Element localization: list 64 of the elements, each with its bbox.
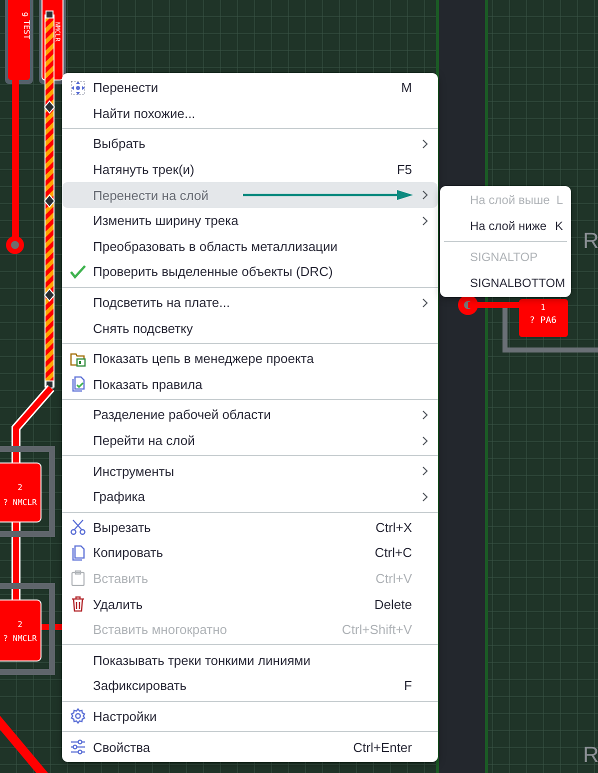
shortcut-label: Ctrl+X	[376, 520, 412, 535]
menu-item[interactable]: Проверить выделенные объекты (DRC)	[62, 259, 438, 285]
pad-label: 2	[18, 620, 22, 629]
menu-item[interactable]: Показать правила	[62, 372, 438, 398]
menu-item[interactable]: На слой ниже K	[440, 213, 571, 239]
shortcut-label: L	[555, 193, 563, 207]
chevron-icon	[422, 466, 428, 476]
menu-item[interactable]: Разделение рабочей области	[62, 402, 438, 428]
folder-icon	[70, 350, 86, 367]
document-check-icon	[70, 376, 86, 392]
shortcut-label: Delete	[374, 596, 412, 612]
menu-item[interactable]: Выбрать	[62, 131, 438, 157]
scissors-icon	[70, 519, 86, 536]
chevron-icon	[422, 492, 428, 502]
shortcut-label: Ctrl+Shift+V	[342, 622, 412, 638]
pad-label: ? PA6	[529, 316, 557, 326]
menu-item[interactable]: Графика	[62, 484, 438, 510]
menu-item[interactable]: Перенести на слой	[62, 182, 438, 208]
designator-label: R	[583, 742, 598, 767]
chevron-icon	[422, 298, 428, 308]
shortcut-label: M	[401, 80, 412, 96]
move-icon	[70, 80, 86, 96]
menu-item[interactable]: Найти похожие...	[62, 100, 438, 126]
menu-item[interactable]: Показывать треки тонкими линиями	[62, 647, 438, 674]
chevron-icon	[422, 190, 428, 200]
sliders-icon	[70, 739, 86, 756]
designator-label: R	[583, 228, 598, 253]
menu-item[interactable]: Подсветить на плате...	[62, 290, 438, 316]
pad-label: ? NMCLR	[3, 634, 37, 643]
menu-item[interactable]: Перенести M	[62, 75, 438, 101]
chevron-icon	[422, 436, 428, 446]
menu-item[interactable]: Копировать Ctrl+C	[62, 540, 438, 566]
menu-item[interactable]: Настройки	[62, 704, 438, 730]
menu-item[interactable]: Перейти на слой	[62, 428, 438, 454]
shortcut-label: F5	[396, 162, 412, 178]
check-icon	[70, 264, 86, 279]
copy-icon	[70, 544, 86, 561]
pad-label: ? NMCLR	[3, 498, 37, 507]
pad-label: TEST	[22, 20, 31, 40]
menu-item[interactable]: Инструменты	[62, 458, 438, 484]
shortcut-label: Ctrl+C	[374, 545, 412, 560]
pad-label: 1	[540, 303, 546, 312]
trash-icon	[70, 596, 84, 612]
clipboard-icon	[70, 570, 84, 586]
menu-item[interactable]: Зафиксировать F	[62, 673, 438, 699]
menu-item[interactable]: Изменить ширину трека	[62, 208, 438, 234]
menu-item[interactable]: Удалить Delete	[62, 591, 438, 617]
menu-item[interactable]: Преобразовать в область металлизации	[62, 234, 438, 260]
menu-item[interactable]: Показать цепь в менеджере проекта	[62, 346, 438, 372]
chevron-icon	[422, 216, 428, 226]
shortcut-label: K	[554, 219, 563, 233]
chevron-icon	[422, 410, 428, 420]
shortcut-label: F	[404, 678, 412, 694]
menu-item[interactable]: Свойства Ctrl+Enter	[62, 734, 438, 760]
chevron-icon	[422, 138, 428, 149]
menu-item[interactable]: SIGNALBOTTOM	[440, 270, 571, 296]
menu-item[interactable]: Натянуть трек(и) F5	[62, 156, 438, 182]
pad-label: 2	[18, 483, 22, 492]
shortcut-label: Ctrl+V	[376, 570, 412, 586]
settings-icon	[70, 708, 86, 724]
menu-item[interactable]: Снять подсветку	[62, 315, 438, 341]
pad-label: 9	[20, 12, 29, 17]
menu-item[interactable]: Вырезать Ctrl+X	[62, 514, 438, 540]
shortcut-label: Ctrl+Enter	[353, 740, 412, 755]
